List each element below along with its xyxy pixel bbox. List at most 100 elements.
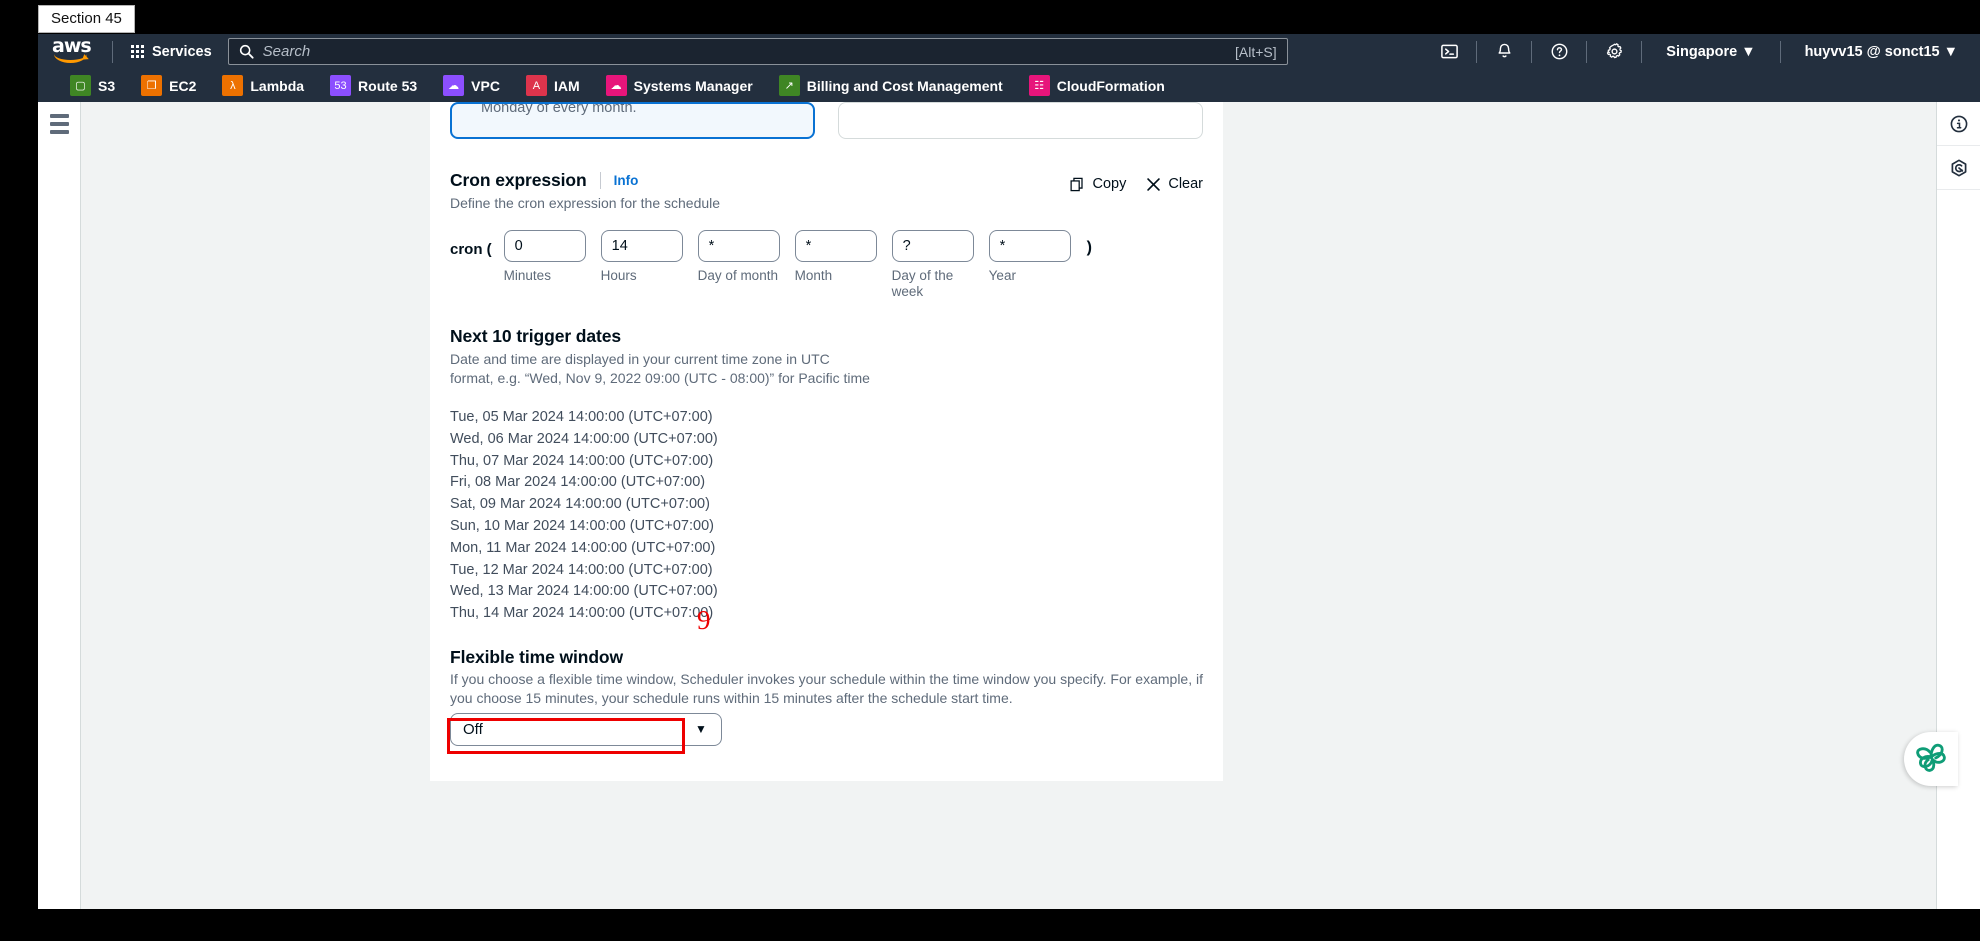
account-menu[interactable]: huyvv15 @ sonct15 ▼: [1791, 44, 1972, 60]
route53-icon: 53: [330, 75, 352, 96]
favorite-service-billing-and-cost-management[interactable]: ↗ Billing and Cost Management: [778, 75, 1017, 96]
cron-field-day-of-the-week: Day of the week: [891, 230, 976, 300]
systems-manager-icon: ☁: [605, 75, 627, 96]
favorite-service-lambda[interactable]: λ Lambda: [222, 75, 318, 96]
top-nav-right-group: Singapore ▼ huyvv15 @ sonct15 ▼: [1432, 34, 1980, 69]
favorite-service-ec2[interactable]: ❐ EC2: [141, 75, 210, 96]
cron-input-year[interactable]: [988, 230, 1071, 262]
shortcuts-hexagon-icon[interactable]: [1936, 146, 1980, 190]
help-question-icon[interactable]: [1542, 34, 1576, 69]
copy-button[interactable]: Copy: [1070, 176, 1126, 192]
cron-field-label: Month: [794, 268, 833, 283]
services-label: Services: [152, 43, 212, 60]
grid-menu-icon: [131, 45, 144, 58]
flexible-time-window-description: If you choose a flexible time window, Sc…: [450, 670, 1203, 706]
clear-button[interactable]: Clear: [1146, 176, 1203, 192]
favorite-service-iam[interactable]: A IAM: [525, 75, 594, 96]
favorite-service-label: Route 53: [358, 77, 418, 94]
header-divider: [599, 172, 601, 189]
aws-wordmark: aws: [52, 34, 92, 57]
region-selector[interactable]: Singapore ▼: [1652, 44, 1769, 60]
s3-bucket-icon: ▢: [70, 75, 91, 96]
cron-field-label: Year: [988, 268, 1016, 283]
favorite-service-label: IAM: [553, 77, 580, 94]
services-menu-button[interactable]: Services: [123, 40, 220, 64]
trigger-date-item: Thu, 07 Mar 2024 14:00:00 (UTC+07:00): [450, 452, 714, 469]
cron-input-day-of-the-week[interactable]: [891, 230, 974, 262]
schedule-type-rate-card[interactable]: minutes.: [838, 102, 1203, 139]
trigger-date-item: Sun, 10 Mar 2024 14:00:00 (UTC+07:00): [450, 517, 714, 534]
trigger-date-item: Sat, 09 Mar 2024 14:00:00 (UTC+07:00): [450, 496, 710, 513]
nav-divider: [1476, 40, 1478, 63]
account-label: huyvv15 @ sonct15: [1804, 43, 1940, 60]
flexible-time-window-select[interactable]: Off ▼: [450, 712, 722, 746]
cron-field-label: Day of the week: [891, 268, 954, 299]
favorite-service-label: S3: [98, 77, 116, 94]
annotation-step-number: 9: [697, 604, 711, 635]
close-x-icon: [1147, 177, 1161, 191]
cron-field-minutes: Minutes: [503, 230, 588, 284]
schedule-type-cron-text: specific time, such as 8:00 a.m. PST on …: [481, 102, 637, 116]
settings-gear-icon[interactable]: [1597, 34, 1631, 69]
search-placeholder: Search: [262, 43, 311, 60]
trigger-dates-description-line2: format, e.g. “Wed, Nov 9, 2022 09:00 (UT…: [450, 370, 870, 386]
chevron-down-icon: ▼: [695, 722, 707, 737]
nav-divider: [112, 40, 113, 63]
nav-divider: [1531, 40, 1533, 63]
favorite-service-label: EC2: [169, 77, 197, 94]
cron-actions: Copy Clear: [1070, 176, 1203, 192]
flexible-time-window-title: Flexible time window: [450, 646, 624, 667]
trigger-date-item: Fri, 08 Mar 2024 14:00:00 (UTC+07:00): [450, 474, 706, 491]
schedule-type-cron-card[interactable]: specific time, such as 8:00 a.m. PST on …: [450, 102, 815, 139]
aws-logo-icon[interactable]: aws: [52, 34, 100, 65]
copy-label: Copy: [1092, 176, 1127, 192]
cron-input-minutes[interactable]: [503, 230, 586, 262]
global-search-input[interactable]: Search [Alt+S]: [227, 38, 1288, 65]
notifications-bell-icon[interactable]: [1487, 34, 1521, 69]
amazon-q-launcher-button[interactable]: [1904, 732, 1958, 786]
trigger-date-item: Mon, 11 Mar 2024 14:00:00 (UTC+07:00): [450, 539, 716, 556]
lambda-icon: λ: [222, 75, 244, 96]
search-icon: [239, 44, 254, 59]
trigger-dates-description-line1: Date and time are displayed in your curr…: [450, 351, 830, 367]
cron-expression-section: Cron expression Info Define the cron exp…: [430, 170, 1223, 300]
favorite-service-s3[interactable]: ▢ S3: [70, 75, 129, 96]
left-navigation-rail: [38, 102, 81, 909]
aws-top-navigation: aws Services Search [Alt+S] Singapore ▼ …: [38, 34, 1980, 69]
cron-input-day-of-month[interactable]: [697, 230, 780, 262]
clear-label: Clear: [1168, 176, 1203, 192]
cron-expression-title: Cron expression: [450, 170, 587, 190]
schedule-type-radio-group: specific time, such as 8:00 a.m. PST on …: [430, 102, 1223, 139]
region-label: Singapore: [1666, 43, 1738, 60]
cron-suffix-label: ): [1086, 239, 1092, 256]
cron-field-label: Hours: [600, 268, 637, 283]
trigger-date-item: Tue, 12 Mar 2024 14:00:00 (UTC+07:00): [450, 561, 713, 578]
trigger-dates-title: Next 10 trigger dates: [450, 326, 622, 346]
iam-badge-icon: A: [525, 75, 547, 96]
cron-input-month[interactable]: [794, 230, 877, 262]
info-circle-icon[interactable]: [1936, 102, 1980, 146]
cron-field-year: Year: [988, 230, 1073, 284]
sidebar-toggle-hamburger-icon[interactable]: [38, 114, 81, 134]
cloudshell-icon[interactable]: [1432, 34, 1466, 69]
amazon-q-pinwheel-icon: [1912, 738, 1950, 781]
nav-divider: [1641, 40, 1643, 63]
trigger-date-item: Thu, 14 Mar 2024 14:00:00 (UTC+07:00): [450, 605, 714, 622]
aws-smile-icon: [54, 54, 87, 63]
favorite-service-label: Lambda: [250, 77, 305, 94]
favorite-service-systems-manager[interactable]: ☁ Systems Manager: [605, 75, 767, 96]
section-tab-chip[interactable]: Section 45: [38, 5, 135, 33]
page-body: specific time, such as 8:00 a.m. PST on …: [38, 102, 1980, 909]
cron-field-day-of-month: Day of month: [697, 230, 782, 284]
copy-icon: [1070, 177, 1084, 191]
right-helper-rail: [1936, 102, 1980, 909]
cloudformation-icon: ☷: [1028, 75, 1050, 96]
flexible-time-window-section: Flexible time window If you choose a fle…: [430, 606, 1223, 754]
favorite-service-cloudformation[interactable]: ☷ CloudFormation: [1028, 75, 1179, 96]
cron-input-hours[interactable]: [600, 230, 683, 262]
favorite-service-vpc[interactable]: ☁ VPC: [443, 75, 514, 96]
cron-info-link[interactable]: Info: [614, 173, 639, 188]
favorite-service-route-53[interactable]: 53 Route 53: [330, 75, 431, 96]
cron-field-month: Month: [794, 230, 879, 284]
trigger-dates-section: Next 10 trigger dates Date and time are …: [430, 326, 1223, 625]
